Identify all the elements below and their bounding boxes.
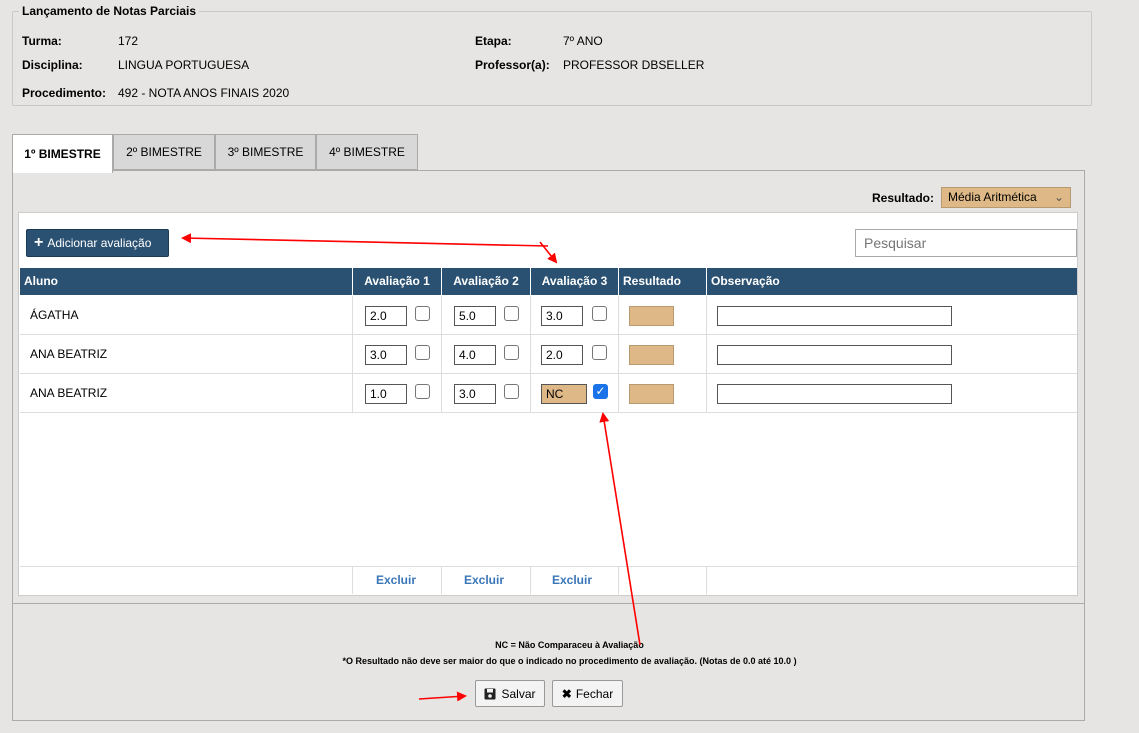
student-name: ANA BEATRIZ bbox=[30, 347, 108, 361]
turma-label: Turma: bbox=[22, 34, 62, 48]
nc-legend: NC = Não Comparaceu à Avaliação bbox=[495, 640, 644, 650]
table-footer: Excluir Excluir Excluir bbox=[20, 566, 1077, 594]
close-button[interactable]: ✖ Fechar bbox=[552, 680, 623, 707]
grade-input-3[interactable]: 2.0 bbox=[541, 345, 583, 365]
turma-value: 172 bbox=[118, 34, 139, 48]
nc-checkbox-1[interactable] bbox=[415, 345, 430, 360]
nc-checkbox-2[interactable] bbox=[504, 384, 519, 399]
grade-input-3[interactable]: 3.0 bbox=[541, 306, 583, 326]
add-evaluation-button[interactable]: + Adicionar avaliação bbox=[26, 229, 169, 257]
grade-input-1[interactable]: 2.0 bbox=[365, 306, 407, 326]
result-field bbox=[629, 306, 674, 326]
tab-2-bimestre[interactable]: 2º BIMESTRE bbox=[113, 134, 215, 170]
header-avaliacao-2: Avaliação 2 bbox=[441, 268, 530, 295]
tab-4-bimestre[interactable]: 4º BIMESTRE bbox=[316, 134, 418, 170]
disciplina-label: Disciplina: bbox=[22, 58, 83, 72]
observation-input[interactable] bbox=[717, 345, 952, 365]
add-evaluation-label: Adicionar avaliação bbox=[47, 236, 152, 250]
save-button[interactable]: Salvar bbox=[475, 680, 545, 707]
observation-input[interactable] bbox=[717, 306, 952, 326]
tab-1-bimestre[interactable]: 1º BIMESTRE bbox=[12, 134, 113, 173]
chevron-down-icon: ⌄ bbox=[1053, 190, 1064, 204]
nc-checkbox-1[interactable] bbox=[415, 306, 430, 321]
observation-input[interactable] bbox=[717, 384, 952, 404]
grade-input-2[interactable]: 3.0 bbox=[454, 384, 496, 404]
header-observacao: Observação bbox=[706, 268, 1077, 295]
delete-avaliacao-3-link[interactable]: Excluir bbox=[552, 573, 592, 587]
table-row: ÁGATHA 2.0 5.0 3.0 bbox=[20, 296, 1077, 335]
procedimento-label: Procedimento: bbox=[22, 86, 107, 100]
plus-icon: + bbox=[34, 234, 44, 251]
grade-input-1[interactable]: 3.0 bbox=[365, 345, 407, 365]
student-name: ÁGATHA bbox=[30, 308, 79, 322]
close-label: Fechar bbox=[575, 686, 614, 701]
disciplina-value: LINGUA PORTUGUESA bbox=[118, 58, 250, 72]
nc-checkbox-3-checked[interactable]: ✓ bbox=[593, 384, 608, 399]
search-input[interactable] bbox=[855, 229, 1077, 257]
result-field bbox=[629, 384, 674, 404]
professor-label: Professor(a): bbox=[475, 58, 550, 72]
delete-avaliacao-1-link[interactable]: Excluir bbox=[376, 573, 416, 587]
etapa-label: Etapa: bbox=[475, 34, 512, 48]
floppy-disk-icon bbox=[484, 688, 496, 699]
result-note: *O Resultado não deve ser maior do que o… bbox=[342, 656, 797, 666]
nc-checkbox-1[interactable] bbox=[415, 384, 430, 399]
professor-value: PROFESSOR DBSELLER bbox=[563, 58, 705, 72]
table-row: ANA BEATRIZ 3.0 4.0 2.0 bbox=[20, 335, 1077, 374]
grade-input-1[interactable]: 1.0 bbox=[365, 384, 407, 404]
grade-input-3[interactable]: NC bbox=[541, 384, 587, 404]
header-aluno: Aluno bbox=[24, 274, 58, 288]
table-row: ANA BEATRIZ 1.0 3.0 NC ✓ bbox=[20, 374, 1077, 413]
close-icon: ✖ bbox=[561, 686, 572, 701]
table-header: Aluno Avaliação 1 Avaliação 2 Avaliação … bbox=[20, 268, 1077, 295]
tab-3-bimestre[interactable]: 3º BIMESTRE bbox=[215, 134, 316, 170]
grade-input-2[interactable]: 5.0 bbox=[454, 306, 496, 326]
header-avaliacao-3: Avaliação 3 bbox=[530, 268, 618, 295]
etapa-value: 7º ANO bbox=[563, 34, 603, 48]
resultado-label: Resultado: bbox=[872, 191, 935, 205]
nc-checkbox-2[interactable] bbox=[504, 345, 519, 360]
procedimento-value: 492 - NOTA ANOS FINAIS 2020 bbox=[118, 86, 290, 100]
header-resultado: Resultado bbox=[618, 268, 706, 295]
info-legend: Lançamento de Notas Parciais bbox=[22, 4, 197, 18]
student-name: ANA BEATRIZ bbox=[30, 386, 108, 400]
nc-checkbox-3[interactable] bbox=[592, 306, 607, 321]
resultado-select[interactable]: Média Aritmética ⌄ bbox=[941, 187, 1071, 208]
nc-checkbox-2[interactable] bbox=[504, 306, 519, 321]
result-field bbox=[629, 345, 674, 365]
table-empty-area bbox=[20, 413, 1077, 566]
nc-checkbox-3[interactable] bbox=[592, 345, 607, 360]
header-avaliacao-1: Avaliação 1 bbox=[352, 268, 441, 295]
save-label: Salvar bbox=[501, 686, 536, 701]
delete-avaliacao-2-link[interactable]: Excluir bbox=[464, 573, 504, 587]
resultado-selected: Média Aritmética bbox=[948, 190, 1037, 204]
grade-input-2[interactable]: 4.0 bbox=[454, 345, 496, 365]
